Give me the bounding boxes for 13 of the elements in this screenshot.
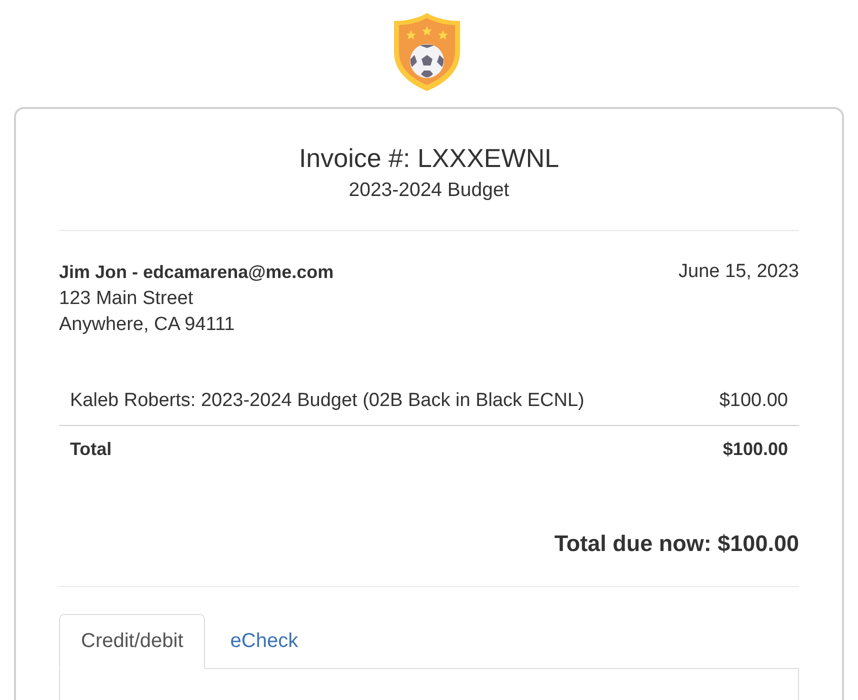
invoice-subtitle: 2023-2024 Budget <box>348 178 510 202</box>
payment-method-tab[interactable]: Credit/debit <box>59 614 206 668</box>
item-description: Kaleb Roberts: 2023-2024 Budget (02B Back in Black ECNL) <box>70 390 584 412</box>
address-line: 123 Main Street <box>59 286 194 310</box>
total-amount: $100.00 <box>722 438 788 460</box>
address-line: Anywhere, CA 94111 <box>59 313 236 337</box>
payment-method-tab[interactable]: eCheck <box>208 614 320 668</box>
total-label: Total <box>70 438 112 460</box>
customer-name-email: Jim Jon - edcamarena@me.com <box>59 261 334 284</box>
invoice-date: June 15, 2023 <box>678 260 799 284</box>
invoice-title: Invoice #: LXXXEWNL <box>298 143 560 173</box>
item-amount: $100.00 <box>719 390 788 412</box>
total-due-now: Total due now: $100.00 <box>554 530 799 558</box>
